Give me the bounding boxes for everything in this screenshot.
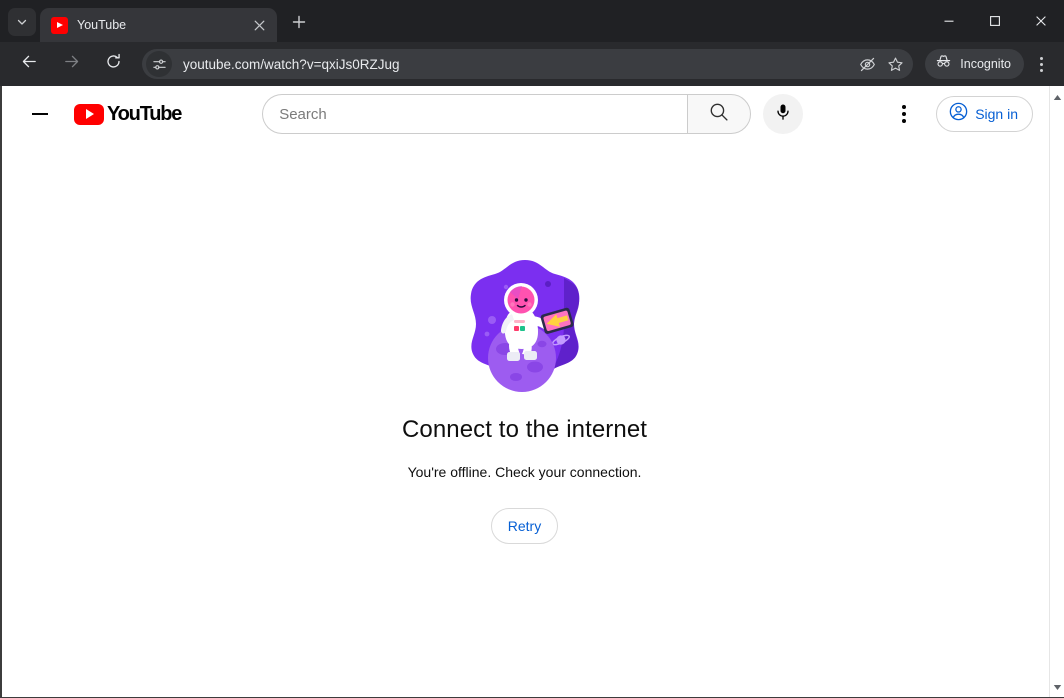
offline-state: Connect to the internet You're offline. … xyxy=(0,142,1049,544)
youtube-favicon xyxy=(51,16,68,34)
window-controls xyxy=(926,0,1064,42)
search-area xyxy=(181,94,884,134)
back-button[interactable] xyxy=(13,48,45,80)
retry-button[interactable]: Retry xyxy=(490,508,559,544)
youtube-play-icon xyxy=(74,103,104,125)
site-settings-icon[interactable] xyxy=(146,51,172,77)
youtube-logo[interactable]: YouTube xyxy=(74,102,182,126)
browser-toolbar: youtube.com/watch?v=qxiJs0RZJug Incognit… xyxy=(0,42,1064,86)
incognito-label: Incognito xyxy=(960,57,1011,71)
guide-menu-button[interactable] xyxy=(20,94,60,134)
back-arrow-icon xyxy=(21,53,38,75)
tracking-protection-button[interactable] xyxy=(853,50,881,78)
tab-search-button[interactable] xyxy=(8,8,36,36)
three-dots-vertical-icon xyxy=(902,105,907,123)
chevron-down-icon xyxy=(16,16,28,28)
forward-arrow-icon xyxy=(63,53,80,75)
browser-menu-button[interactable] xyxy=(1026,48,1056,80)
plus-icon xyxy=(292,15,306,34)
window-minimize-button[interactable] xyxy=(926,0,972,42)
bookmark-button[interactable] xyxy=(881,50,909,78)
incognito-indicator[interactable]: Incognito xyxy=(925,49,1024,79)
reload-button[interactable] xyxy=(97,48,129,80)
three-dots-vertical-icon xyxy=(1039,56,1043,72)
scroll-up-arrow-icon[interactable] xyxy=(1050,90,1064,104)
header-right-controls: Sign in xyxy=(884,94,1033,134)
tab-close-button[interactable] xyxy=(249,15,269,35)
sign-in-button[interactable]: Sign in xyxy=(936,96,1033,132)
browser-window: YouTube youtube.com/watch?v=qxiJs0RZJug … xyxy=(0,0,1064,698)
offline-title: Connect to the internet xyxy=(401,416,648,443)
youtube-header: YouTube Search Sign in xyxy=(0,86,1049,142)
new-tab-button[interactable] xyxy=(285,10,313,38)
search-field[interactable] xyxy=(262,94,688,134)
tab-strip: YouTube xyxy=(0,0,1064,42)
page-viewport: YouTube Search Sign in Connect to the in… xyxy=(0,86,1064,698)
incognito-hat-icon xyxy=(935,53,952,75)
tab-youtube[interactable]: YouTube xyxy=(40,8,277,42)
window-close-button[interactable] xyxy=(1018,0,1064,42)
microphone-icon xyxy=(773,102,793,127)
scroll-down-arrow-icon[interactable] xyxy=(1050,680,1064,694)
address-bar-url: youtube.com/watch?v=qxiJs0RZJug xyxy=(183,56,400,72)
voice-search-button[interactable] xyxy=(763,94,804,134)
youtube-wordmark: YouTube xyxy=(107,102,182,125)
astronaut-on-planet-illustration xyxy=(460,254,590,394)
account-circle-icon xyxy=(948,101,969,127)
reload-icon xyxy=(105,53,122,75)
retry-label: Retry xyxy=(507,518,542,534)
forward-button[interactable] xyxy=(55,48,87,80)
address-bar[interactable]: youtube.com/watch?v=qxiJs0RZJug xyxy=(142,49,914,79)
search-icon xyxy=(708,101,730,128)
window-left-border xyxy=(0,86,2,698)
tab-title: YouTube xyxy=(77,18,127,32)
offline-subtitle: You're offline. Check your connection. xyxy=(407,464,642,480)
window-maximize-button[interactable] xyxy=(972,0,1018,42)
hamburger-menu-icon xyxy=(32,113,48,115)
search-input[interactable] xyxy=(279,105,688,123)
search-box xyxy=(262,94,804,134)
settings-menu-button[interactable] xyxy=(884,94,924,134)
youtube-page: YouTube Search Sign in Connect to the in… xyxy=(0,86,1049,698)
page-scrollbar[interactable] xyxy=(1049,86,1064,698)
sign-in-label: Sign in xyxy=(975,106,1018,122)
search-button[interactable] xyxy=(687,94,752,134)
